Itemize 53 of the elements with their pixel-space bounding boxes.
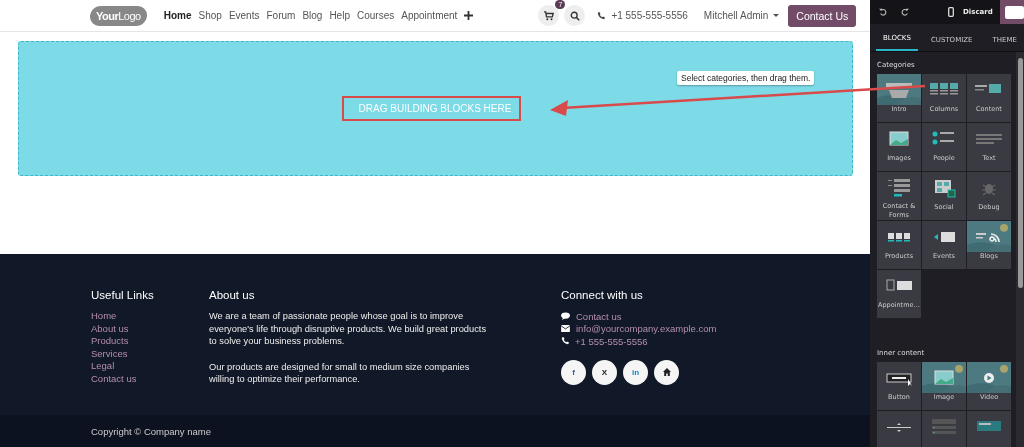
footer-link[interactable]: Home	[91, 310, 209, 323]
copyright-text: Copyright © Company name	[91, 425, 211, 437]
footer-link[interactable]: About us	[91, 322, 209, 336]
search-icon	[569, 10, 580, 21]
footer-link[interactable]: Products	[91, 335, 209, 348]
block-tile[interactable]	[922, 411, 966, 447]
nav-link[interactable]: Help	[329, 10, 350, 21]
mail-icon	[561, 325, 570, 333]
home-icon	[662, 368, 671, 377]
nav-link[interactable]: Forum	[266, 10, 296, 21]
x-link[interactable]: X	[592, 359, 617, 385]
block-tile[interactable]	[877, 411, 921, 447]
nav-link[interactable]: Events	[228, 10, 260, 21]
about-paragraph: We are a team of passionate people whose goal is to improve everyone's life through disruptive products. We build great products to solve your business problems.	[209, 310, 488, 348]
facebook-link[interactable]: f	[561, 359, 586, 385]
redo-icon[interactable]	[901, 8, 909, 16]
undo-icon[interactable]	[879, 8, 887, 16]
scrollbar[interactable]	[1016, 52, 1024, 447]
plus-icon[interactable]	[464, 11, 474, 20]
cart-icon	[543, 10, 554, 21]
contact-link[interactable]: +1 555-555-5556	[575, 336, 648, 347]
footer-heading: Useful Links	[91, 289, 155, 301]
home-link[interactable]	[654, 359, 679, 385]
user-menu[interactable]: Mitchell Admin	[703, 10, 780, 21]
nav-link[interactable]: Blog	[302, 10, 323, 21]
tooltip: Select categories, then drag them.	[677, 71, 815, 85]
chat-icon	[561, 312, 570, 321]
contact-link[interactable]: info@yourcompany.example.com	[576, 323, 717, 335]
list-icon	[929, 416, 959, 437]
nav-link[interactable]: Appointment	[401, 10, 458, 21]
footer-heading: About us	[209, 289, 256, 301]
drop-zone-label: DRAG BUILDING BLOCKS HERE	[341, 96, 522, 121]
footer-heading: Connect with us	[561, 289, 644, 301]
nav-link[interactable]: Courses	[356, 10, 395, 21]
phone-number[interactable]: +1 555-555-5556	[611, 10, 688, 21]
phone-icon	[597, 11, 606, 20]
footer-link[interactable]: Services	[91, 347, 209, 361]
footer-link[interactable]: Contact us	[91, 372, 209, 386]
contact-link[interactable]: Contact us	[576, 310, 622, 322]
footer-link[interactable]: Legal	[91, 360, 209, 373]
logo[interactable]: YourLogo	[90, 5, 147, 26]
contact-us-button[interactable]: Contact Us	[788, 4, 857, 27]
cart-button[interactable]	[538, 5, 560, 26]
phone-icon	[561, 337, 569, 346]
search-button[interactable]	[564, 5, 586, 26]
linkedin-link[interactable]: in	[623, 359, 648, 385]
nav-link[interactable]: Home	[163, 10, 192, 21]
save-button[interactable]	[1000, 0, 1024, 24]
block-tile[interactable]	[967, 411, 1011, 447]
caret-icon	[773, 13, 780, 18]
nav-link[interactable]: Shop	[198, 10, 222, 21]
about-paragraph: Our products are designed for small to medium size companies willing to optimize their performance.	[209, 360, 471, 386]
mobile-icon[interactable]	[948, 7, 954, 17]
